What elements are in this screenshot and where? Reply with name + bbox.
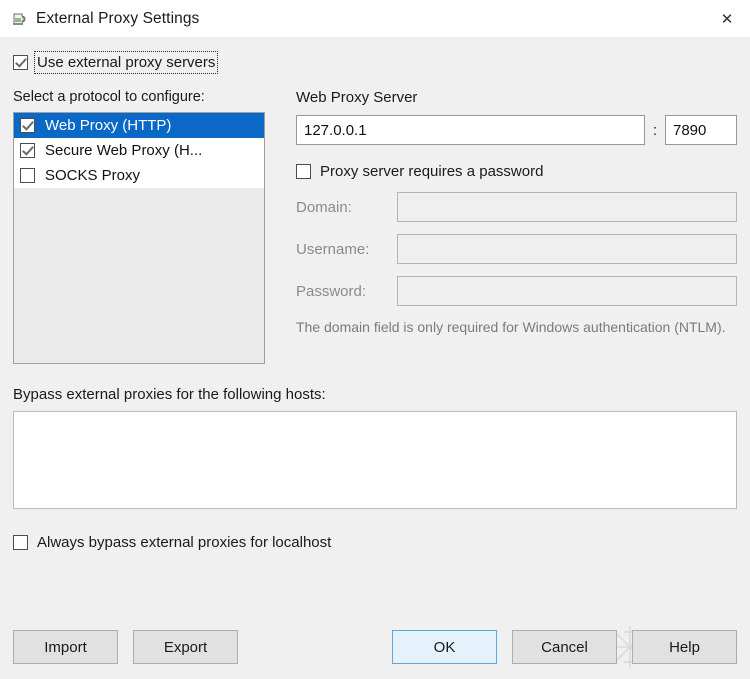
window-title: External Proxy Settings: [36, 10, 199, 28]
protocol-column: Select a protocol to configure: Web Prox…: [13, 89, 265, 364]
protocol-checkbox-socks-proxy[interactable]: [20, 168, 35, 183]
use-external-proxy-row[interactable]: Use external proxy servers: [13, 54, 737, 71]
protocol-checkbox-secure-web-proxy[interactable]: [20, 143, 35, 158]
settings-columns: Select a protocol to configure: Web Prox…: [13, 89, 737, 364]
title-bar: External Proxy Settings ✕: [0, 0, 750, 37]
list-item[interactable]: Web Proxy (HTTP): [14, 113, 264, 138]
username-field[interactable]: [397, 234, 737, 264]
protocol-label-web-proxy: Web Proxy (HTTP): [45, 117, 171, 134]
ok-button[interactable]: OK: [392, 630, 497, 664]
requires-password-checkbox[interactable]: [296, 164, 311, 179]
always-bypass-localhost-row[interactable]: Always bypass external proxies for local…: [13, 534, 737, 551]
export-button[interactable]: Export: [133, 630, 238, 664]
credential-fields: Domain: Username: Password:: [296, 192, 737, 306]
domain-label: Domain:: [296, 199, 397, 216]
server-column: Web Proxy Server : Proxy server requires…: [296, 89, 737, 364]
protocol-label-socks-proxy: SOCKS Proxy: [45, 167, 140, 184]
list-item[interactable]: SOCKS Proxy: [14, 163, 264, 188]
dialog-footer: Import Export OK Cancel Help 看雪: [0, 615, 750, 679]
help-button[interactable]: Help: [632, 630, 737, 664]
username-label: Username:: [296, 241, 397, 258]
domain-row: Domain:: [296, 192, 737, 222]
requires-password-label: Proxy server requires a password: [320, 163, 543, 180]
domain-field[interactable]: [397, 192, 737, 222]
always-bypass-localhost-checkbox[interactable]: [13, 535, 28, 550]
ntlm-hint-text: The domain field is only required for Wi…: [296, 318, 737, 338]
web-proxy-server-heading: Web Proxy Server: [296, 89, 737, 106]
password-field[interactable]: [397, 276, 737, 306]
protocol-listbox[interactable]: Web Proxy (HTTP) Secure Web Proxy (H... …: [13, 112, 265, 364]
bypass-hosts-label: Bypass external proxies for the followin…: [13, 386, 737, 403]
password-row: Password:: [296, 276, 737, 306]
proxy-host-input[interactable]: [296, 115, 645, 145]
proxy-jug-icon: [10, 10, 28, 28]
list-item[interactable]: Secure Web Proxy (H...: [14, 138, 264, 163]
bypass-hosts-textarea[interactable]: [13, 411, 737, 509]
cancel-button[interactable]: Cancel: [512, 630, 617, 664]
always-bypass-localhost-label: Always bypass external proxies for local…: [37, 534, 331, 551]
requires-password-row[interactable]: Proxy server requires a password: [296, 163, 737, 180]
external-proxy-settings-dialog: External Proxy Settings ✕ Use external p…: [0, 0, 750, 679]
dialog-body: Use external proxy servers Select a prot…: [0, 37, 750, 615]
close-icon[interactable]: ✕: [704, 0, 750, 37]
server-address-row: :: [296, 115, 737, 145]
proxy-port-input[interactable]: [665, 115, 737, 145]
protocol-section-label: Select a protocol to configure:: [13, 89, 265, 105]
host-port-separator: :: [653, 122, 657, 139]
use-external-proxy-label: Use external proxy servers: [37, 54, 215, 71]
import-button[interactable]: Import: [13, 630, 118, 664]
username-row: Username:: [296, 234, 737, 264]
protocol-label-secure-web-proxy: Secure Web Proxy (H...: [45, 142, 202, 159]
password-label: Password:: [296, 283, 397, 300]
use-external-proxy-checkbox[interactable]: [13, 55, 28, 70]
protocol-checkbox-web-proxy[interactable]: [20, 118, 35, 133]
